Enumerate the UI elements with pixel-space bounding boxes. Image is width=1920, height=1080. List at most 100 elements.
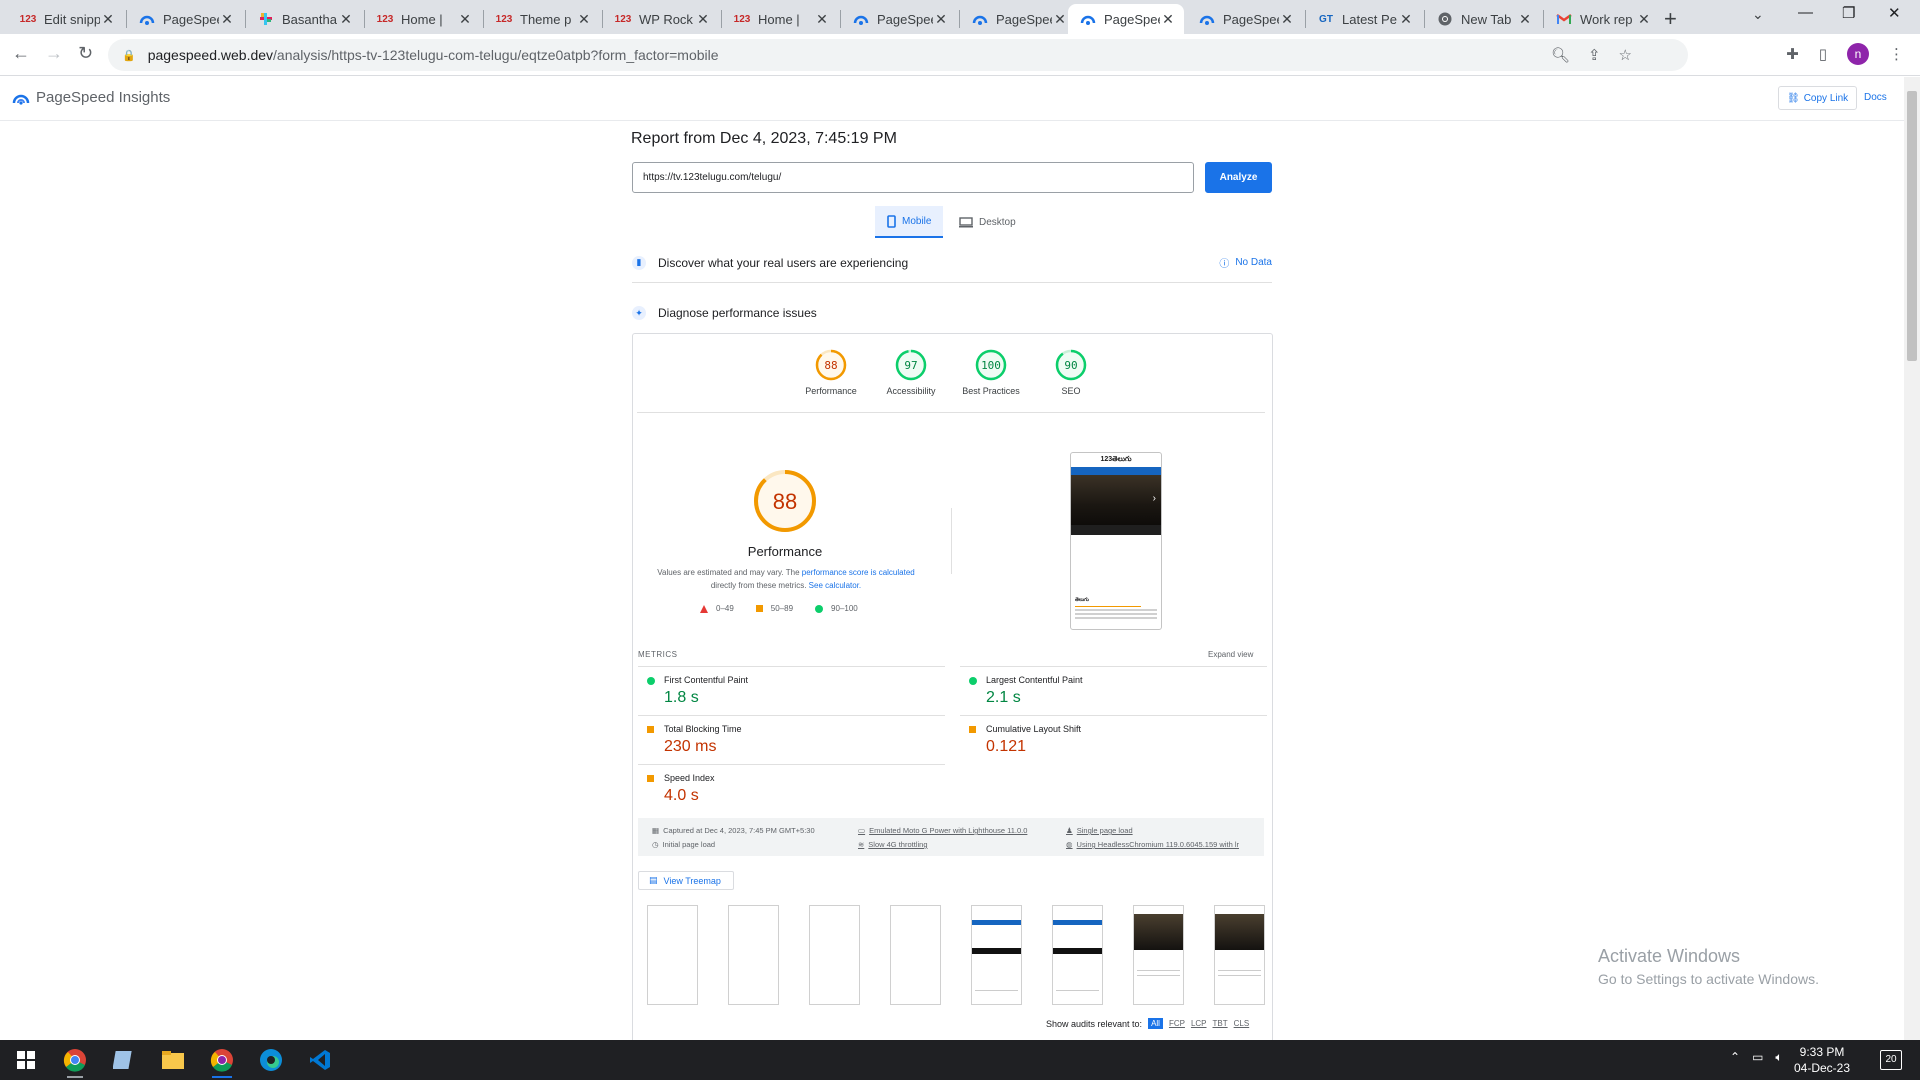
score-calculated-link[interactable]: performance score is calculated [802, 568, 915, 577]
metric-value: 2.1 s [986, 689, 1021, 706]
back-icon[interactable]: ← [12, 43, 30, 64]
no-data-link[interactable]: ⓘ No Data [1219, 255, 1272, 270]
browser-tab[interactable]: 123 Edit snipp ✕ [8, 4, 124, 34]
expand-view-toggle[interactable]: Expand view [1208, 650, 1253, 659]
chrome-taskbar-icon[interactable] [61, 1046, 89, 1078]
docs-link[interactable]: Docs [1864, 92, 1887, 103]
legend-bad: 0–49 [716, 604, 734, 613]
bookmark-star-icon[interactable]: ☆ [1619, 46, 1632, 64]
analyze-button[interactable]: Analyze [1205, 162, 1272, 193]
filter-cls[interactable]: CLS [1234, 1019, 1250, 1028]
tab-desktop[interactable]: Desktop [947, 206, 1028, 238]
close-tab-icon[interactable]: ✕ [457, 11, 473, 28]
close-tab-icon[interactable]: ✕ [100, 11, 116, 28]
close-tab-icon[interactable]: ✕ [1160, 11, 1176, 28]
site-123-icon: 123 [376, 13, 394, 25]
close-tab-icon[interactable]: ✕ [1636, 11, 1652, 28]
filter-lcp[interactable]: LCP [1191, 1019, 1207, 1028]
treemap-icon: ▤ [649, 875, 658, 885]
close-tab-icon[interactable]: ✕ [1398, 11, 1414, 28]
browser-tab[interactable]: 123 Home | ✕ [722, 4, 838, 34]
tab-title: Home | [401, 11, 443, 27]
gauge-performance[interactable]: 88 Performance [791, 348, 871, 396]
reload-icon[interactable]: ↻ [78, 43, 93, 64]
restore-button[interactable]: ❐ [1842, 4, 1855, 22]
edge-taskbar-icon[interactable] [257, 1046, 285, 1074]
pagespeed-icon [1080, 11, 1096, 27]
tab-title: Theme p [520, 11, 572, 27]
see-calculator-link[interactable]: See calculator. [809, 581, 861, 590]
throttle-info[interactable]: ≋ Slow 4G throttling [858, 840, 928, 849]
chrome-profile-taskbar-icon[interactable] [208, 1046, 236, 1078]
browser-tab[interactable]: GT Latest Pe ✕ [1306, 4, 1422, 34]
browser-tab[interactable]: PageSpee ✕ [960, 4, 1076, 34]
browser-tab[interactable]: PageSpee ✕ [841, 4, 957, 34]
close-tab-icon[interactable]: ✕ [933, 11, 949, 28]
start-button[interactable] [12, 1046, 40, 1074]
device-info[interactable]: ▭ Emulated Moto G Power with Lighthouse 1… [858, 826, 1027, 835]
metric-value: 1.8 s [664, 689, 699, 706]
psi-header: PageSpeed Insights ⛓ Copy Link Docs [0, 77, 1904, 121]
filter-tbt[interactable]: TBT [1213, 1019, 1228, 1028]
gauge-best-practices[interactable]: 100 Best Practices [951, 348, 1031, 396]
browser-tab[interactable]: PageSpee ✕ [127, 4, 243, 34]
tab-desktop-label: Desktop [979, 216, 1016, 228]
zoom-icon[interactable]: 🔍︎ [1551, 46, 1570, 64]
tab-search-icon[interactable]: ⌄ [1752, 6, 1764, 23]
forward-icon[interactable]: → [45, 43, 63, 64]
browser-tab[interactable]: Work rep ✕ [1544, 4, 1660, 34]
minimize-button[interactable]: — [1798, 4, 1813, 21]
profile-avatar[interactable]: n [1847, 43, 1869, 65]
close-tab-icon[interactable]: ✕ [814, 11, 830, 28]
metric-name: First Contentful Paint [664, 675, 749, 685]
file-explorer-icon[interactable] [159, 1046, 187, 1074]
close-tab-icon[interactable]: ✕ [1279, 11, 1295, 28]
browser-tab[interactable]: 123 Home | ✕ [365, 4, 481, 34]
metric-si: Speed Index 4.0 s [638, 764, 945, 813]
new-tab-button[interactable]: + [1664, 6, 1677, 32]
browser-tab[interactable]: PageSpee ✕ [1187, 4, 1303, 34]
browser-tab[interactable]: 123 WP Rock ✕ [603, 4, 719, 34]
filter-all[interactable]: All [1148, 1018, 1163, 1029]
share-icon[interactable]: ⇪ [1588, 46, 1601, 64]
view-treemap-button[interactable]: ▤ View Treemap [638, 871, 734, 890]
browser-info[interactable]: ◍ Using HeadlessChromium 119.0.6045.159 w… [1066, 840, 1239, 849]
close-tab-icon[interactable]: ✕ [338, 11, 354, 28]
legend-avg: 50–89 [770, 604, 794, 613]
notification-badge[interactable]: 20 [1880, 1050, 1902, 1070]
notepad-taskbar-icon[interactable] [110, 1046, 138, 1074]
gauge-seo[interactable]: 90 SEO [1031, 348, 1111, 396]
divider [637, 412, 1265, 413]
final-screenshot[interactable]: 123తెలుగు › తెలుగు [1070, 452, 1162, 630]
close-window-button[interactable]: ✕ [1888, 4, 1901, 22]
browser-tab[interactable]: 123 Theme p ✕ [484, 4, 600, 34]
chevron-up-icon[interactable]: ⌃ [1730, 1050, 1740, 1065]
page-scrollbar[interactable] [1904, 77, 1920, 1040]
browser-tab[interactable]: Basantha ✕ [246, 4, 362, 34]
close-tab-icon[interactable]: ✕ [695, 11, 711, 28]
network-icon[interactable]: ▭ [1752, 1050, 1763, 1065]
browser-tab[interactable]: New Tab ✕ [1425, 4, 1541, 34]
side-panel-icon[interactable]: ▯ [1819, 45, 1827, 63]
close-tab-icon[interactable]: ✕ [219, 11, 235, 28]
filter-fcp[interactable]: FCP [1169, 1019, 1185, 1028]
tab-mobile[interactable]: Mobile [875, 206, 944, 238]
psi-logo[interactable]: PageSpeed Insights [12, 89, 170, 106]
address-bar[interactable]: 🔒 pagespeed.web.dev/analysis/https-tv-12… [108, 39, 1688, 71]
vscode-taskbar-icon[interactable] [306, 1046, 334, 1074]
close-tab-icon[interactable]: ✕ [1517, 11, 1533, 28]
volume-muted-icon[interactable]: 🔈︎ [1775, 1050, 1782, 1065]
copy-link-button[interactable]: ⛓ Copy Link [1778, 86, 1858, 110]
browser-tab-active[interactable]: PageSpee ✕ [1068, 4, 1184, 34]
clock[interactable]: 9:33 PM 04-Dec-23 [1794, 1044, 1850, 1076]
close-tab-icon[interactable]: ✕ [576, 11, 592, 28]
gauge-accessibility[interactable]: 97 Accessibility [871, 348, 951, 396]
menu-icon[interactable]: ⋮ [1889, 45, 1904, 63]
scrollbar-thumb[interactable] [1907, 91, 1917, 361]
score-legend: 0–49 50–89 90–100 [700, 604, 858, 613]
session-info[interactable]: ♟ Single page load [1066, 826, 1133, 835]
extensions-icon[interactable]: ✚ [1786, 45, 1799, 63]
clock-date: 04-Dec-23 [1794, 1061, 1851, 1075]
url-input[interactable] [632, 162, 1194, 193]
close-tab-icon[interactable]: ✕ [1052, 11, 1068, 28]
